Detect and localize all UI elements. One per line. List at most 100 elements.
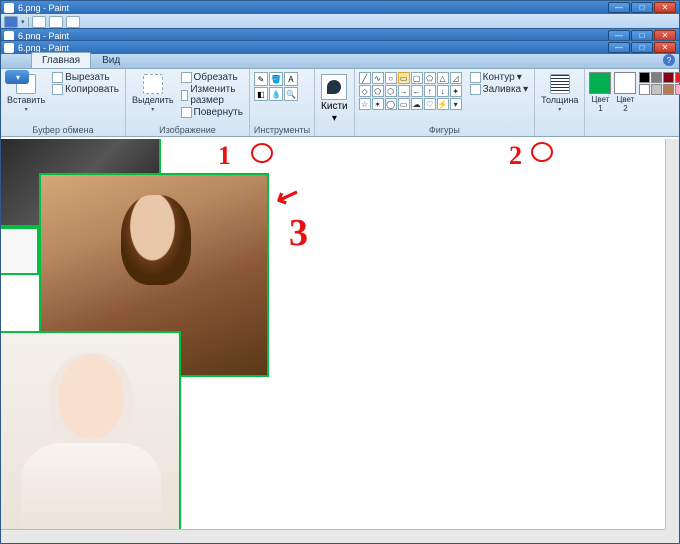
photo-2[interactable]	[1, 227, 39, 275]
picker-tool[interactable]: 💧	[269, 87, 283, 101]
palette-color[interactable]	[675, 84, 680, 95]
crop-button[interactable]: Обрезать	[179, 72, 245, 83]
palette-color[interactable]	[651, 84, 662, 95]
annotation-2: 2	[509, 141, 522, 171]
qat-dropdown-icon[interactable]: ▾	[21, 18, 25, 26]
select-button[interactable]: Выделить ▾	[130, 72, 176, 115]
scrollbar-horizontal[interactable]	[1, 529, 665, 543]
shape-right-triangle[interactable]: ◿	[450, 72, 462, 84]
annotation-circle-2	[531, 142, 553, 162]
tool-grid: ✎ 🪣 A ◧ 💧 🔍	[254, 72, 298, 101]
fill-label: Заливка	[483, 84, 522, 95]
pencil-tool[interactable]: ✎	[254, 72, 268, 86]
shape-oval[interactable]: ○	[385, 72, 397, 84]
rotate-label: Повернуть	[194, 107, 243, 118]
resize-label: Изменить размер	[190, 84, 243, 106]
paint-icon	[4, 31, 14, 41]
palette-color[interactable]	[651, 72, 662, 83]
group-label: Цвета	[589, 124, 680, 136]
save-icon[interactable]	[32, 16, 46, 28]
shape-star5[interactable]: ☆	[359, 98, 371, 110]
resize-button[interactable]: Изменить размер	[179, 84, 245, 106]
palette-color[interactable]	[639, 84, 650, 95]
tab-home[interactable]: Главная	[31, 52, 91, 68]
fill-button[interactable]: Заливка ▾	[468, 84, 531, 95]
palette-color[interactable]	[639, 72, 650, 83]
shape-star4[interactable]: ✦	[450, 85, 462, 97]
paint-menu-button[interactable]	[5, 70, 29, 84]
shape-gallery: ╱ ∿ ○ ▭ ▢ ⬠ △ ◿ ◇ ⬠ ⬡ → ← ↑ ↓ ✦ ☆	[359, 72, 462, 110]
tab-view[interactable]: Вид	[91, 52, 131, 68]
shape-lightning[interactable]: ⚡	[437, 98, 449, 110]
maximize-button[interactable]: □	[631, 2, 653, 13]
color2-label: Цвет 2	[614, 95, 636, 113]
shape-rectangle[interactable]: ▭	[398, 72, 410, 84]
size-button[interactable]: Толщина ▾	[539, 72, 580, 115]
shape-arrow-right[interactable]: →	[398, 85, 410, 97]
paint-menu-icon[interactable]	[4, 16, 18, 28]
minimize-button[interactable]: —	[608, 2, 630, 13]
color1-button[interactable]: Цвет 1	[589, 72, 611, 113]
help-button[interactable]: ?	[663, 54, 675, 66]
maximize-button[interactable]: □	[631, 42, 653, 53]
outline-icon	[470, 72, 481, 83]
outline-button[interactable]: Контур ▾	[468, 72, 531, 83]
redo-icon[interactable]	[66, 16, 80, 28]
text-tool[interactable]: A	[284, 72, 298, 86]
shape-heart[interactable]: ♡	[424, 98, 436, 110]
copy-button[interactable]: Копировать	[50, 84, 121, 95]
shape-pentagon[interactable]: ⬠	[372, 85, 384, 97]
shape-callout-cloud[interactable]: ☁	[411, 98, 423, 110]
color-palette	[639, 72, 680, 95]
titlebar[interactable]: 6.png - Paint — □ ✕	[1, 1, 679, 14]
shape-arrow-up[interactable]: ↑	[424, 85, 436, 97]
copy-icon	[52, 84, 63, 95]
shape-triangle[interactable]: △	[437, 72, 449, 84]
cut-button[interactable]: Вырезать	[50, 72, 121, 83]
shape-line[interactable]: ╱	[359, 72, 371, 84]
close-button[interactable]: ✕	[654, 2, 676, 13]
canvas[interactable]: 1 2 ↙ 3	[1, 139, 665, 529]
dropdown-icon: ▾	[523, 84, 528, 95]
dropdown-icon: ▾	[517, 72, 522, 83]
close-button[interactable]: ✕	[654, 42, 676, 53]
group-label: Фигуры	[359, 124, 531, 136]
shape-callout-rect[interactable]: ▭	[398, 98, 410, 110]
color2-swatch	[614, 72, 636, 94]
palette-color[interactable]	[675, 72, 680, 83]
rotate-button[interactable]: Повернуть	[179, 107, 245, 118]
separator	[28, 17, 29, 27]
shape-polygon[interactable]: ⬠	[424, 72, 436, 84]
minimize-button[interactable]: —	[608, 42, 630, 53]
shape-diamond[interactable]: ◇	[359, 85, 371, 97]
window-title: 6.png - Paint	[18, 3, 607, 13]
outline-label: Контур	[483, 72, 515, 83]
palette-color[interactable]	[663, 72, 674, 83]
group-label	[539, 124, 580, 136]
brushes-button[interactable]: Кисти ▾	[319, 72, 350, 126]
fill-tool[interactable]: 🪣	[269, 72, 283, 86]
group-image: Выделить ▾ Обрезать Изменить размер Пове…	[126, 69, 250, 136]
scrollbar-vertical[interactable]	[665, 139, 679, 529]
undo-icon[interactable]	[49, 16, 63, 28]
palette-color[interactable]	[663, 84, 674, 95]
photo-baby[interactable]	[1, 331, 181, 529]
shape-arrow-left[interactable]: ←	[411, 85, 423, 97]
shape-arrow-down[interactable]: ↓	[437, 85, 449, 97]
color1-label: Цвет 1	[589, 95, 611, 113]
crop-icon	[181, 72, 192, 83]
shape-callout-round[interactable]: ◯	[385, 98, 397, 110]
shape-roundrect[interactable]: ▢	[411, 72, 423, 84]
eraser-tool[interactable]: ◧	[254, 87, 268, 101]
group-label: Буфер обмена	[5, 124, 121, 136]
scroll-corner	[665, 529, 679, 543]
copy-label: Копировать	[65, 84, 119, 95]
shape-star6[interactable]: ✶	[372, 98, 384, 110]
shape-hexagon[interactable]: ⬡	[385, 85, 397, 97]
zoom-tool[interactable]: 🔍	[284, 87, 298, 101]
shape-curve[interactable]: ∿	[372, 72, 384, 84]
paint-icon	[4, 3, 14, 13]
size-icon	[550, 74, 570, 94]
shape-more[interactable]: ▾	[450, 98, 462, 110]
color2-button[interactable]: Цвет 2	[614, 72, 636, 113]
